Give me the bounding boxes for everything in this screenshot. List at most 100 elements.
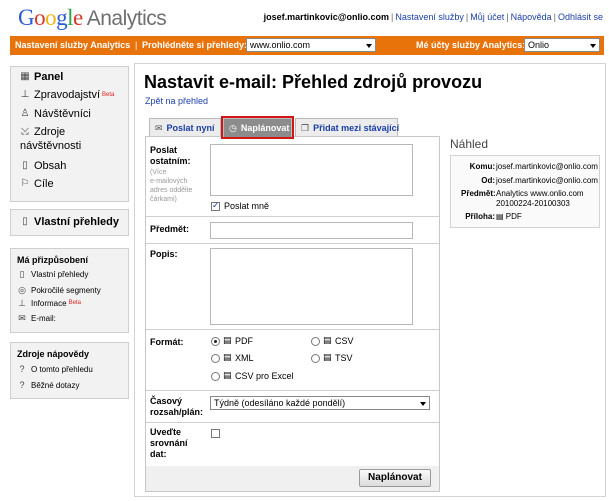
- preview-attachment-label: Příloha:: [465, 212, 495, 221]
- label-line: Uveďte: [150, 427, 181, 437]
- sidebar-item-goals[interactable]: ⚐ Cíle: [20, 178, 54, 190]
- tab-add-to-existing[interactable]: ❐ Přidat mezi stávající: [295, 118, 400, 137]
- my-account-link[interactable]: Můj účet: [470, 12, 504, 22]
- hint-line: (Více: [150, 169, 167, 176]
- format-xml-radio[interactable]: [211, 354, 220, 363]
- recipients-textarea[interactable]: [210, 144, 413, 196]
- customizations-heading: Má přizpůsobení: [17, 255, 89, 265]
- format-csv-label: CSV: [335, 336, 354, 346]
- logo-analytics-text: Analytics: [86, 7, 167, 30]
- about-report-link[interactable]: ? O tomto přehledu: [17, 364, 92, 374]
- tsv-file-icon: ▤: [323, 352, 332, 362]
- hint-line: e-mailových: [150, 178, 188, 185]
- format-tsv-label: TSV: [335, 353, 353, 363]
- sidebar-item-content[interactable]: ▯ Obsah: [20, 160, 66, 172]
- sidebar-item-label: Obsah: [34, 160, 67, 172]
- chart-icon: ⊥: [20, 89, 30, 100]
- format-tsv-radio[interactable]: [311, 354, 320, 363]
- description-label: Popis:: [150, 249, 178, 259]
- account-bar: Nastavení služby Analytics | Prohlédněte…: [10, 36, 604, 55]
- sidebar-item-traffic-sources[interactable]: ⤩ Zdroje: [20, 126, 65, 138]
- preview-from-label: Od:: [481, 176, 495, 185]
- sidebar-item-reporting[interactable]: ⊥ Zpravodajství Beta: [20, 89, 115, 101]
- schedule-submit-button[interactable]: Naplánovat: [359, 469, 431, 487]
- chevron-down-icon: [590, 44, 596, 48]
- schedule-select-value: Týdně (odesíláno každé pondělí): [214, 398, 346, 408]
- sidebar-item-panel[interactable]: ▦ Panel: [20, 71, 63, 83]
- preview-subject-value: Analytics www.onlio.com: [496, 189, 584, 198]
- send-others-hint: (Více e-mailových adres oddělte čárkami): [150, 168, 192, 204]
- back-to-report-link[interactable]: Zpět na přehled: [145, 96, 208, 106]
- format-xml-label: XML: [235, 353, 254, 363]
- accounts-label: Mé účty služby Analytics:: [416, 40, 526, 50]
- sign-out-link[interactable]: Odhlásit se: [558, 12, 603, 22]
- send-me-checkbox[interactable]: [211, 200, 220, 211]
- preview-to-label: Komu:: [469, 162, 495, 171]
- report-icon: ▯: [22, 216, 28, 227]
- custom-reports-subitem[interactable]: ▯ Vlastní přehledy: [17, 269, 89, 279]
- description-textarea[interactable]: [210, 248, 413, 325]
- sidebar-item-label: Zdroje: [34, 126, 66, 138]
- faq-link[interactable]: ? Běžné dotazy: [17, 380, 79, 390]
- copy-icon: ❐: [301, 122, 310, 133]
- hint-line: čárkami): [150, 196, 177, 203]
- label-line: rozsah/plán:: [150, 407, 204, 417]
- format-csv-excel-label: CSV pro Excel: [235, 371, 294, 381]
- help-link[interactable]: Nápověda: [511, 12, 552, 22]
- flag-icon: ⚐: [20, 178, 30, 189]
- label-line: dat:: [150, 449, 167, 459]
- profile-select[interactable]: www.onlio.com: [246, 38, 376, 52]
- google-analytics-logo[interactable]: Google Analytics: [18, 5, 167, 31]
- hint-line: adres oddělte: [150, 187, 193, 194]
- settings-link[interactable]: Nastavení služby: [395, 12, 464, 22]
- subject-label: Předmět:: [150, 224, 190, 234]
- send-me-label: Poslat mně: [224, 201, 270, 211]
- attachment-name: PDF: [505, 212, 522, 221]
- csv-excel-file-icon: ▤: [223, 370, 232, 380]
- advanced-segments-subitem[interactable]: ◎ Pokročilé segmenty: [17, 285, 101, 295]
- question-icon: ?: [19, 364, 25, 374]
- clock-icon: ◷: [229, 122, 237, 133]
- intelligence-subitem[interactable]: ⊥ Informace Beta: [17, 298, 81, 308]
- email-subitem[interactable]: ✉ E-mail:: [17, 313, 56, 323]
- person-icon: ♙: [20, 108, 30, 119]
- pdf-file-icon: ▤: [223, 335, 232, 345]
- divider: [146, 329, 439, 330]
- preview-to-value: josef.martinkovic@onlio.com: [496, 162, 598, 171]
- sidebar-item-label: Cíle: [34, 178, 54, 190]
- segment-icon: ◎: [18, 285, 26, 295]
- page-icon: ▯: [22, 160, 28, 171]
- sidebar-item-label: Zpravodajství: [34, 89, 101, 101]
- pdf-file-icon: ▤: [496, 212, 504, 221]
- subject-input[interactable]: [210, 222, 413, 239]
- compare-checkbox[interactable]: [211, 429, 220, 438]
- account-select[interactable]: Onlio: [524, 38, 600, 52]
- xml-file-icon: ▤: [223, 352, 232, 362]
- compare-label: Uveďte srovnání dat:: [150, 427, 188, 460]
- custom-reports-link[interactable]: ▯ Vlastní přehledy: [20, 216, 119, 228]
- tab-send-now[interactable]: ✉ Poslat nyní: [149, 118, 221, 137]
- top-links: josef.martinkovic@onlio.com | Nastavení sl…: [263, 12, 603, 22]
- label-line: Časový: [150, 396, 183, 406]
- chart-icon: ⊥: [18, 298, 26, 308]
- tab-schedule[interactable]: ◷ Naplánovat: [221, 116, 294, 139]
- format-csv-excel-radio[interactable]: [211, 372, 220, 381]
- sidebar-item-traffic-sources-line2[interactable]: návštěvnosti: [20, 140, 81, 152]
- sidebar-item-label: Návštěvníci: [34, 108, 91, 120]
- format-pdf-radio[interactable]: [211, 337, 220, 346]
- tab-label: Přidat mezi stávající: [313, 123, 400, 133]
- question-icon: ?: [19, 380, 25, 390]
- format-csv-radio[interactable]: [311, 337, 320, 346]
- preview-from-value: josef.martinkovic@onlio.com: [496, 176, 598, 185]
- analytics-settings-link[interactable]: Nastavení služby Analytics: [15, 40, 130, 50]
- subitem-label: Běžné dotazy: [31, 380, 80, 390]
- beta-badge: Beta: [68, 300, 81, 306]
- schedule-select[interactable]: Týdně (odesíláno každé pondělí): [210, 396, 430, 410]
- sidebar-item-visitors[interactable]: ♙ Návštěvníci: [20, 108, 91, 120]
- help-heading: Zdroje nápovědy: [17, 349, 90, 359]
- page-title: Nastavit e-mail: Přehled zdrojů provozu: [144, 72, 483, 92]
- preview-attachment-value: ▤ PDF: [496, 212, 522, 221]
- format-label: Formát:: [150, 337, 184, 347]
- mail-icon: ✉: [18, 313, 26, 323]
- profile-select-value: www.onlio.com: [250, 40, 311, 50]
